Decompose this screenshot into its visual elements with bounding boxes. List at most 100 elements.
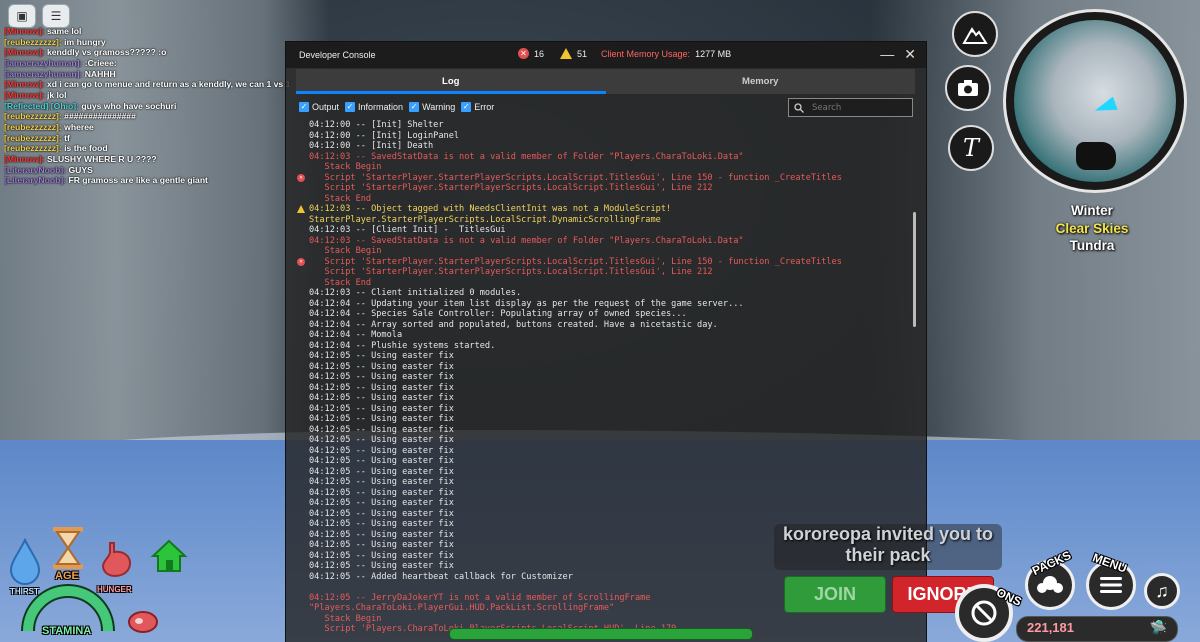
error-icon: ✕ bbox=[297, 257, 305, 266]
search-box[interactable] bbox=[788, 98, 913, 117]
chat-message: [Minnow]: same lol bbox=[4, 26, 294, 37]
checkbox-checked-icon[interactable]: ✓ bbox=[461, 102, 472, 112]
chat-author[interactable]: [LiteraryNoob]: bbox=[4, 175, 66, 185]
title-button[interactable]: T bbox=[948, 125, 994, 171]
log-line: 04:12:04 -- Species Sale Controller: Pop… bbox=[296, 309, 914, 320]
roblox-logo-icon: ▣ bbox=[16, 9, 28, 23]
tab-log[interactable]: Log bbox=[296, 69, 606, 94]
log-line: 04:12:05 -- Using easter fix bbox=[296, 456, 914, 467]
chat-author[interactable]: [Minnow]: bbox=[4, 26, 45, 36]
season-label: Winter bbox=[1071, 203, 1113, 218]
log-line: ✕ Script 'StarterPlayer.StarterPlayerScr… bbox=[296, 257, 914, 268]
log-line: 04:12:03 -- Client initialized 0 modules… bbox=[296, 288, 914, 299]
warning-count: 51 bbox=[577, 48, 588, 59]
filter-information[interactable]: ✓ Information bbox=[345, 102, 403, 112]
checkbox-checked-icon[interactable]: ✓ bbox=[299, 102, 309, 112]
close-icon[interactable]: ✕ bbox=[904, 46, 916, 63]
filter-output[interactable]: ✓ Output bbox=[299, 102, 339, 112]
chat-author[interactable]: [Minnow]: bbox=[4, 154, 45, 164]
log-text: 04:12:04 -- Species Sale Controller: Pop… bbox=[309, 309, 687, 319]
chat-author[interactable]: [reubezzzzzz]: bbox=[4, 143, 62, 153]
chat-author[interactable]: [Minnow]: bbox=[4, 79, 45, 89]
chat-author[interactable]: [LiteraryNoob]: bbox=[4, 165, 66, 175]
music-icon: ♫ bbox=[1155, 580, 1169, 601]
no-action-icon bbox=[971, 600, 997, 626]
chat-author[interactable]: [Reflected] [Ohio]: bbox=[4, 101, 79, 111]
window-controls: — ✕ bbox=[880, 46, 916, 63]
console-title-bar[interactable]: Developer Console ✕ 16 51 Client Memory … bbox=[286, 42, 926, 68]
log-line: 04:12:05 -- Using easter fix bbox=[296, 498, 914, 509]
log-text: 04:12:05 -- Using easter fix bbox=[309, 424, 454, 435]
console-title: Developer Console bbox=[299, 50, 376, 60]
filter-label: Information bbox=[358, 102, 404, 112]
text-icon: T bbox=[962, 134, 979, 162]
console-stats: ✕ 16 51 Client Memory Usage: 1277 MB bbox=[518, 48, 731, 59]
log-line: 04:12:05 -- Using easter fix bbox=[296, 414, 914, 425]
log-line: 04:12:05 -- Using easter fix bbox=[296, 477, 914, 488]
log-line: 04:12:04 -- Momola bbox=[296, 330, 914, 341]
log-text: Stack Begin bbox=[309, 246, 382, 256]
log-text: 04:12:03 -- SavedStatData is not a valid… bbox=[309, 235, 744, 246]
filter-label: Output bbox=[312, 102, 340, 112]
minimap[interactable] bbox=[1003, 9, 1187, 193]
chat-author[interactable]: [reubezzzzzz]: bbox=[4, 122, 62, 132]
log-text: 04:12:05 -- JerryDaJokerYT is not a vali… bbox=[309, 592, 651, 603]
chat-text: im hungry bbox=[64, 36, 106, 47]
log-text: 04:12:00 -- [Init] LoginPanel bbox=[309, 130, 460, 141]
log-text: 04:12:05 -- Using easter fix bbox=[309, 508, 454, 519]
biome-label: Tundra bbox=[1069, 238, 1115, 253]
log-line: 04:12:04 -- Array sorted and populated, … bbox=[296, 320, 914, 331]
log-text: 04:12:05 -- Using easter fix bbox=[309, 393, 454, 403]
home-icon[interactable] bbox=[150, 538, 188, 574]
chat-toggle-button[interactable]: ☰ bbox=[42, 4, 70, 28]
chat-author[interactable]: [reubezzzzzz]: bbox=[4, 37, 62, 47]
checkbox-checked-icon[interactable]: ✓ bbox=[345, 102, 356, 112]
weather-label: Clear Skies bbox=[1055, 220, 1129, 236]
log-text: Script 'StarterPlayer.StarterPlayerScrip… bbox=[309, 256, 842, 267]
chat-author[interactable]: [iamacrazyhuman]: bbox=[4, 58, 82, 68]
join-button[interactable]: JOIN bbox=[784, 576, 886, 613]
roblox-menu-button[interactable]: ▣ bbox=[8, 4, 36, 28]
filter-error[interactable]: ✓ Error bbox=[461, 102, 494, 112]
tab-memory[interactable]: Memory bbox=[606, 69, 916, 94]
chat-text: NAHHH bbox=[84, 68, 116, 79]
log-text: 04:12:05 -- Using easter fix bbox=[309, 477, 454, 487]
chat-text: guys who have sochuri bbox=[81, 100, 177, 111]
log-text: Stack End bbox=[309, 193, 372, 204]
log-text: Script 'StarterPlayer.StarterPlayerScrip… bbox=[309, 172, 842, 183]
chat-message: [Reflected] [Ohio]: guys who have sochur… bbox=[4, 101, 294, 112]
log-line: 04:12:03 -- [Client Init] - TitlesGui bbox=[296, 225, 914, 236]
chat-message: [LiteraryNoob]: GUYS bbox=[4, 165, 294, 176]
chat-author[interactable]: [reubezzzzzz]: bbox=[4, 111, 62, 121]
checkbox-checked-icon[interactable]: ✓ bbox=[409, 102, 420, 112]
log-text: 04:12:00 -- [Init] Death bbox=[309, 141, 434, 151]
log-line: Stack End bbox=[296, 278, 914, 289]
currency-value: 221,181 bbox=[1027, 620, 1074, 635]
chat-author[interactable]: [Minnow]: bbox=[4, 90, 45, 100]
camera-button[interactable] bbox=[945, 65, 991, 111]
log-line: 04:12:05 -- Using easter fix bbox=[296, 435, 914, 446]
log-text: 04:12:05 -- Using easter fix bbox=[309, 414, 454, 424]
chat-author[interactable]: [reubezzzzzz]: bbox=[4, 133, 62, 143]
chat-text: wheree bbox=[64, 121, 94, 132]
chat-message: [Minnow]: SLUSHY WHERE R U ???? bbox=[4, 154, 294, 165]
error-icon: ✕ bbox=[297, 173, 305, 182]
meat-icon bbox=[128, 611, 158, 633]
chat-author[interactable]: [Minnow]: bbox=[4, 47, 45, 57]
log-scrollbar[interactable] bbox=[913, 212, 916, 327]
stomach-icon bbox=[102, 542, 132, 577]
log-text: 04:12:03 -- SavedStatData is not a valid… bbox=[309, 151, 744, 162]
minimize-icon[interactable]: — bbox=[880, 46, 894, 63]
music-button[interactable]: ♫ bbox=[1144, 573, 1180, 609]
console-tabs: Log Memory bbox=[296, 69, 915, 94]
log-line: Stack Begin bbox=[296, 614, 914, 625]
search-input[interactable] bbox=[810, 101, 909, 114]
memory-usage-value: 1277 MB bbox=[695, 48, 732, 59]
environment-info: Winter Clear Skies Tundra bbox=[1040, 202, 1144, 255]
warning-icon bbox=[297, 205, 305, 213]
spectate-button[interactable] bbox=[952, 11, 998, 57]
chat-text: tf bbox=[64, 132, 70, 143]
filter-warning[interactable]: ✓ Warning bbox=[409, 102, 455, 112]
hourglass-icon bbox=[53, 527, 83, 569]
chat-author[interactable]: [iamacrazyhuman]: bbox=[4, 69, 82, 79]
